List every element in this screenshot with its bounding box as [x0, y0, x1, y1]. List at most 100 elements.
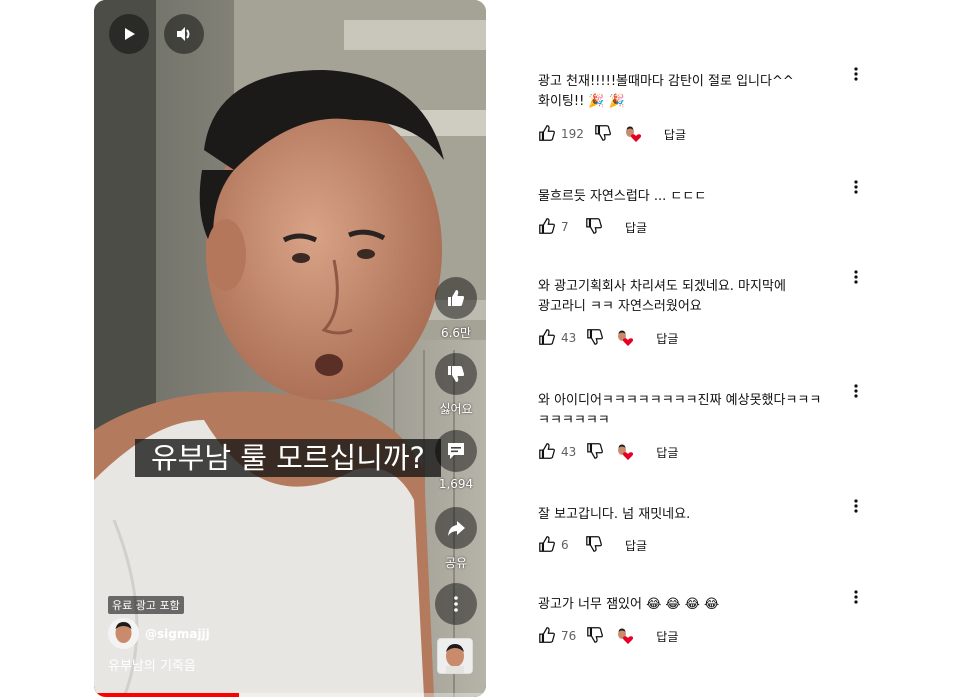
- comment-dislike-button[interactable]: [586, 626, 604, 647]
- like-button[interactable]: [435, 277, 477, 319]
- paid-promotion-badge[interactable]: 유료 광고 포함: [108, 596, 184, 614]
- thumbs-up-icon: [448, 290, 465, 306]
- play-button[interactable]: [109, 14, 149, 54]
- comment-text: 와 광고기획회사 차리셔도 되겠네요. 마지막에 광고라니 ㅋㅋ 자연스러웠어요: [538, 279, 786, 314]
- creator-heart-icon: [618, 628, 634, 644]
- comment-reply-button[interactable]: 답글: [656, 628, 678, 645]
- channel-row: @sigmajjj: [108, 618, 210, 649]
- comment-like-count: 6: [561, 538, 569, 552]
- comment-dislike-button[interactable]: [586, 442, 604, 463]
- more-vert-icon: [854, 180, 858, 194]
- dislike-button[interactable]: [435, 353, 477, 395]
- comment-text: 광고 천재!!!!!볼때마다 감탄이 절로 입니다^^ 화이팅!! 🎉 🎉: [538, 74, 794, 109]
- comment-actions: 192 답글: [538, 124, 686, 144]
- comment-menu-button[interactable]: [848, 496, 864, 516]
- more-vert-icon: [854, 590, 858, 604]
- comment-like-button[interactable]: [538, 328, 556, 349]
- like-action: 6.6만: [431, 277, 481, 341]
- comment-menu-button[interactable]: [848, 381, 864, 401]
- dislike-label: 싫어요: [439, 402, 473, 416]
- comment-item: 와 아이디어ㅋㅋㅋㅋㅋㅋㅋㅋ진짜 예상못했다ㅋㅋㅋㅋㅋㅋㅋㅋㅋ 43 답글: [538, 384, 868, 460]
- comment-menu-button[interactable]: [848, 267, 864, 287]
- shorts-video-player[interactable]: 유부남 룰 모르십니까? 6.6만 싫어요 1,694 공유 유료 광고 포함 …: [94, 0, 486, 697]
- comment-item: 광고가 너무 잼있어 😂 😂 😂 😂 76 답글: [538, 590, 868, 644]
- comment-actions: 7 답글: [538, 217, 647, 237]
- comment-reply-button[interactable]: 답글: [625, 219, 647, 236]
- comment-text: 물흐르듯 자연스럽다 ... ㄷㄷㄷ: [538, 189, 707, 204]
- more-vert-icon: [854, 67, 858, 81]
- video-caption: 유부남 룰 모르십니까?: [135, 439, 441, 477]
- comment-like-count: 43: [561, 331, 577, 345]
- comment-reply-button[interactable]: 답글: [664, 126, 686, 143]
- thumbs-up-outline-icon: [539, 442, 555, 459]
- comment-actions: 43 답글: [538, 328, 678, 348]
- more-vert-icon: [854, 499, 858, 513]
- comment-like-button[interactable]: [538, 217, 556, 238]
- comment-item: 잘 보고갑니다. 넘 재밋네요. 6 답글: [538, 499, 868, 553]
- more-action: [431, 583, 481, 625]
- comment-menu-button[interactable]: [848, 587, 864, 607]
- channel-avatar[interactable]: [108, 618, 139, 649]
- comment-like-button[interactable]: [538, 535, 556, 556]
- comment-actions: 6 답글: [538, 535, 647, 555]
- comment-action: 1,694: [431, 430, 481, 491]
- comments-button[interactable]: [435, 430, 477, 472]
- more-options-button[interactable]: [435, 583, 477, 625]
- comment-reply-button[interactable]: 답글: [656, 330, 678, 347]
- thumbs-down-outline-icon: [587, 626, 604, 643]
- thumbs-up-outline-icon: [539, 217, 555, 234]
- thumbs-up-outline-icon: [539, 626, 555, 643]
- comment-count: 1,694: [438, 477, 474, 491]
- comment-like-count: 192: [561, 127, 584, 141]
- progress-bar[interactable]: [94, 693, 486, 697]
- comment-dislike-button[interactable]: [585, 535, 603, 556]
- comment-dislike-button[interactable]: [586, 328, 604, 349]
- video-title[interactable]: 유부남의 기죽음: [108, 655, 196, 674]
- share-button[interactable]: [435, 507, 477, 549]
- avatar-face-icon: [108, 618, 139, 649]
- comment-text: 잘 보고갑니다. 넘 재밋네요.: [538, 507, 691, 522]
- comment-item: 와 광고기획회사 차리셔도 되겠네요. 마지막에 광고라니 ㅋㅋ 자연스러웠어요…: [538, 270, 868, 346]
- thumbs-up-outline-icon: [539, 124, 555, 141]
- comment-text: 와 아이디어ㅋㅋㅋㅋㅋㅋㅋㅋ진짜 예상못했다ㅋㅋㅋㅋㅋㅋㅋㅋㅋ: [538, 393, 822, 428]
- thumbs-down-outline-icon: [586, 217, 602, 234]
- comment-like-button[interactable]: [538, 626, 556, 647]
- share-action: 공유: [431, 507, 481, 571]
- comment-menu-button[interactable]: [848, 177, 864, 197]
- like-count: 6.6만: [440, 326, 472, 340]
- thumbs-down-outline-icon: [586, 535, 602, 552]
- thumbs-down-outline-icon: [587, 442, 604, 459]
- channel-handle[interactable]: @sigmajjj: [145, 627, 210, 641]
- comment-reply-button[interactable]: 답글: [625, 537, 647, 554]
- comment-dislike-button[interactable]: [594, 124, 612, 145]
- thumbs-down-outline-icon: [595, 124, 611, 141]
- comment-reply-button[interactable]: 답글: [656, 444, 678, 461]
- comment-menu-button[interactable]: [848, 64, 864, 84]
- progress-fill: [94, 693, 240, 697]
- comment-like-count: 76: [561, 629, 577, 643]
- volume-icon: [177, 27, 190, 41]
- creator-heart-icon: [618, 330, 634, 346]
- comment-actions: 76 답글: [538, 626, 678, 646]
- play-icon: [125, 28, 135, 40]
- thumbs-up-outline-icon: [539, 328, 555, 345]
- comment-text: 광고가 너무 잼있어 😂 😂 😂 😂: [538, 597, 720, 612]
- comments-panel: 광고 천재!!!!!볼때마다 감탄이 절로 입니다^^ 화이팅!! 🎉 🎉 19…: [538, 0, 868, 697]
- comment-like-button[interactable]: [538, 124, 556, 145]
- creator-heart-icon: [618, 444, 634, 460]
- creator-heart-badge: [616, 627, 634, 645]
- more-vert-icon: [854, 384, 858, 398]
- creator-heart-badge: [624, 125, 642, 143]
- comment-like-count: 43: [561, 445, 577, 459]
- sound-thumbnail[interactable]: [437, 638, 473, 674]
- video-frame: [94, 0, 486, 697]
- comment-icon: [448, 443, 464, 459]
- comment-dislike-button[interactable]: [585, 217, 603, 238]
- thumbs-down-icon: [448, 366, 465, 382]
- comment-like-button[interactable]: [538, 442, 556, 463]
- thumbs-down-outline-icon: [587, 328, 604, 345]
- comment-like-count: 7: [561, 220, 569, 234]
- sound-avatar-icon: [438, 639, 472, 673]
- volume-button[interactable]: [164, 14, 204, 54]
- share-label: 공유: [444, 556, 468, 570]
